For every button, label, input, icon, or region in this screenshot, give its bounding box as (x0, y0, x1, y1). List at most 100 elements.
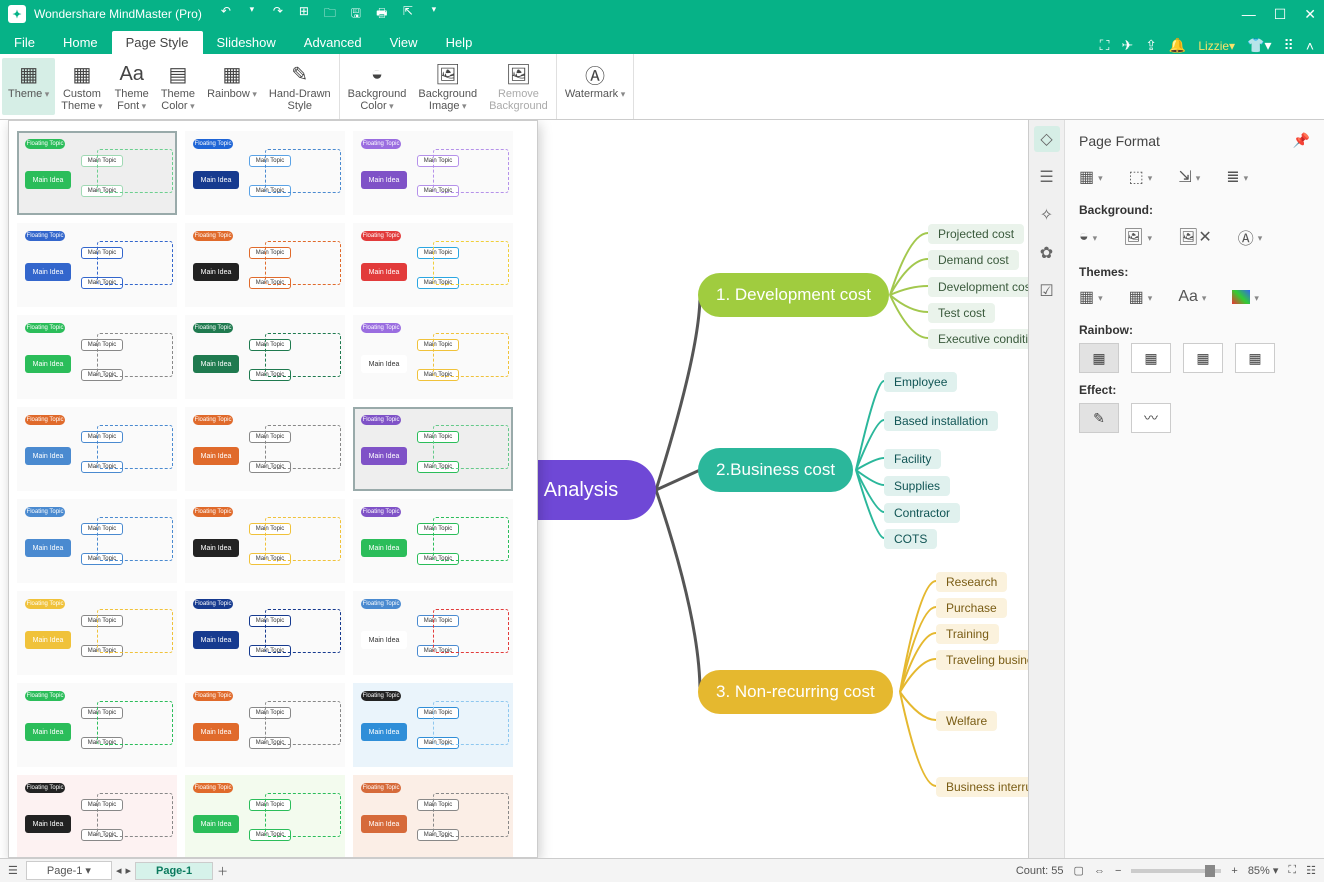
apps-icon[interactable]: ⠿ (1284, 37, 1294, 54)
themes-custom-btn[interactable]: ▦ (1129, 287, 1153, 307)
pin-icon[interactable]: 📌 (1293, 132, 1310, 149)
effect-sketch[interactable]: 〰 (1131, 403, 1171, 433)
canvas[interactable]: Analysis 1. Development cost 2.Business … (0, 120, 1028, 858)
theme-thumb[interactable]: Floating TopicMain IdeaMain TopicMain To… (185, 591, 345, 675)
user-menu[interactable]: Lizzie▾ (1198, 39, 1235, 53)
theme-thumb[interactable]: Floating TopicMain IdeaMain TopicMain To… (17, 591, 177, 675)
tab-file[interactable]: File (0, 31, 49, 54)
theme-thumb[interactable]: Floating TopicMain IdeaMain TopicMain To… (353, 775, 513, 857)
page-next-icon[interactable]: ▸ (125, 864, 131, 877)
page-add-icon[interactable]: ＋ (217, 863, 228, 879)
close-icon[interactable]: ✕ (1304, 6, 1316, 23)
leaf[interactable]: Test cost (928, 303, 995, 323)
leaf[interactable]: Development cost (928, 277, 1028, 297)
hand-drawn-button[interactable]: ✎Hand-DrawnStyle (263, 58, 337, 115)
leaf[interactable]: Employee (884, 372, 957, 392)
rail-icons-icon[interactable]: ✧ (1034, 202, 1060, 228)
leaf[interactable]: Training (936, 624, 999, 644)
theme-thumb[interactable]: Floating TopicMain IdeaMain TopicMain To… (185, 131, 345, 215)
leaf[interactable]: Demand cost (928, 250, 1019, 270)
rainbow-opt-2[interactable]: ▦ (1131, 343, 1171, 373)
rainbow-opt-4[interactable]: ▦ (1235, 343, 1275, 373)
export-icon[interactable]: ⇱ (400, 4, 416, 25)
bg-image-btn[interactable]: 🖼 (1123, 227, 1152, 247)
theme-button[interactable]: ▦Theme (2, 58, 55, 115)
present-icon[interactable]: ⛶ (1100, 37, 1110, 54)
undo-dd-icon[interactable]: ▾ (244, 4, 260, 25)
theme-thumb[interactable]: Floating TopicMain IdeaMain TopicMain To… (17, 223, 177, 307)
theme-thumb[interactable]: Floating TopicMain IdeaMain TopicMain To… (185, 407, 345, 491)
zoom-out-icon[interactable]: − (1115, 865, 1121, 877)
leaf[interactable]: Based installation (884, 411, 998, 431)
zoom-slider[interactable] (1131, 869, 1221, 873)
save-icon[interactable]: 🖫 (348, 4, 364, 25)
theme-thumb[interactable]: Floating TopicMain IdeaMain TopicMain To… (185, 775, 345, 857)
tab-help[interactable]: Help (432, 31, 487, 54)
layout-tree-button[interactable]: ⇲ (1178, 167, 1200, 187)
theme-thumb[interactable]: Floating TopicMain IdeaMain TopicMain To… (17, 499, 177, 583)
branch-business[interactable]: 2.Business cost (698, 448, 853, 492)
theme-color-button[interactable]: ▤ThemeColor (155, 58, 201, 115)
theme-thumb[interactable]: Floating TopicMain IdeaMain TopicMain To… (353, 131, 513, 215)
leaf[interactable]: Contractor (884, 503, 960, 523)
theme-thumb[interactable]: Floating TopicMain IdeaMain TopicMain To… (353, 591, 513, 675)
leaf[interactable]: Projected cost (928, 224, 1024, 244)
share-icon[interactable]: ⇪ (1145, 37, 1157, 54)
custom-theme-button[interactable]: ▦CustomTheme (55, 58, 108, 115)
bg-remove-btn[interactable]: 🖼✕ (1178, 227, 1212, 247)
leaf[interactable]: Business interru (936, 777, 1028, 797)
themes-color-btn[interactable] (1232, 288, 1259, 306)
leaf[interactable]: Traveling busines (936, 650, 1028, 670)
rainbow-opt-1[interactable]: ▦ (1079, 343, 1119, 373)
theme-thumb[interactable]: Floating TopicMain IdeaMain TopicMain To… (185, 223, 345, 307)
remove-bg-button[interactable]: 🖼RemoveBackground (483, 58, 554, 115)
tab-slideshow[interactable]: Slideshow (203, 31, 290, 54)
theme-thumb[interactable]: Floating TopicMain IdeaMain TopicMain To… (353, 407, 513, 491)
new-icon[interactable]: ⊞ (296, 4, 312, 25)
tab-page-style[interactable]: Page Style (112, 31, 203, 54)
leaf[interactable]: COTS (884, 529, 937, 549)
bg-image-button[interactable]: 🖼BackgroundImage (412, 58, 483, 115)
send-icon[interactable]: ✈ (1121, 37, 1133, 54)
page-tab-active[interactable]: Page-1 (135, 862, 213, 880)
notify-icon[interactable]: 🔔 (1169, 37, 1186, 54)
bg-watermark-btn[interactable]: Ⓐ (1238, 225, 1263, 249)
open-icon[interactable]: 🗀 (322, 4, 338, 25)
theme-font-button[interactable]: AaThemeFont (109, 58, 155, 115)
branch-development[interactable]: 1. Development cost (698, 273, 889, 317)
themes-font-btn[interactable]: Aa (1178, 288, 1206, 306)
fit-page-icon[interactable]: ▢ (1074, 864, 1084, 877)
page-prev-icon[interactable]: ◂ (116, 864, 122, 877)
theme-thumb[interactable]: Floating TopicMain IdeaMain TopicMain To… (17, 315, 177, 399)
tab-view[interactable]: View (376, 31, 432, 54)
theme-thumb[interactable]: Floating TopicMain IdeaMain TopicMain To… (17, 407, 177, 491)
theme-thumb[interactable]: Floating TopicMain IdeaMain TopicMain To… (353, 499, 513, 583)
tab-home[interactable]: Home (49, 31, 112, 54)
page-tab[interactable]: Page-1 ▾ (26, 861, 112, 880)
rail-style-icon[interactable]: ◇ (1034, 126, 1060, 152)
theme-thumb[interactable]: Floating TopicMain IdeaMain TopicMain To… (17, 683, 177, 767)
collapse-ribbon-icon[interactable]: ˄ (1306, 38, 1314, 54)
layout-org-button[interactable]: ⬚ (1129, 167, 1153, 187)
layout-map-button[interactable]: ▦ (1079, 167, 1103, 187)
leaf[interactable]: Facility (884, 449, 941, 469)
rail-task-icon[interactable]: ☑ (1034, 278, 1060, 304)
leaf[interactable]: Purchase (936, 598, 1007, 618)
zoom-value[interactable]: 85% ▾ (1248, 864, 1279, 877)
leaf[interactable]: Welfare (936, 711, 997, 731)
rainbow-button[interactable]: ▦Rainbow (201, 58, 263, 115)
maximize-icon[interactable]: ☐ (1274, 6, 1287, 23)
layout-list-button[interactable]: ≣ (1226, 167, 1248, 187)
watermark-button[interactable]: ⒶWatermark (559, 58, 631, 115)
undo-icon[interactable]: ↶ (218, 4, 234, 25)
theme-thumb[interactable]: Floating TopicMain IdeaMain TopicMain To… (185, 315, 345, 399)
leaf[interactable]: Supplies (884, 476, 950, 496)
leaf[interactable]: Research (936, 572, 1007, 592)
themes-grid-btn[interactable]: ▦ (1079, 287, 1103, 307)
qat-more-icon[interactable]: ▾ (426, 4, 442, 25)
view-full-icon[interactable]: ⛶ (1288, 864, 1296, 877)
view-grid-icon[interactable]: ☷ (1306, 864, 1316, 877)
theme-thumb[interactable]: Floating TopicMain IdeaMain TopicMain To… (17, 131, 177, 215)
leaf[interactable]: Executive condition (928, 329, 1028, 349)
effect-straight[interactable]: ✎ (1079, 403, 1119, 433)
